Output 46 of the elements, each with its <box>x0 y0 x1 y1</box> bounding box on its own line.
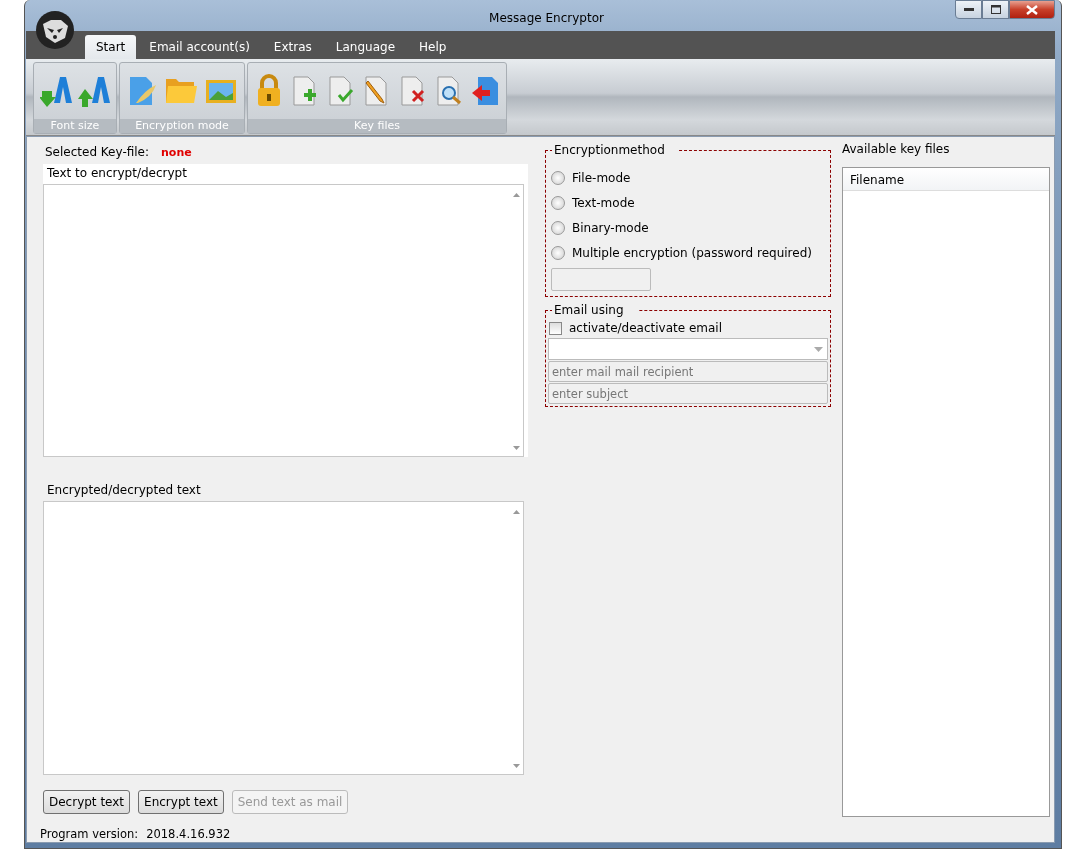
minimize-button[interactable] <box>955 0 982 19</box>
maximize-button[interactable] <box>982 0 1009 19</box>
maximize-icon <box>990 5 1001 14</box>
subject-field[interactable]: enter subject <box>548 383 828 404</box>
radio-label: Binary-mode <box>572 220 649 235</box>
radio-label: Text-mode <box>572 195 635 210</box>
menu-tab[interactable]: Language <box>324 35 407 59</box>
group-legend: Email using <box>552 303 638 317</box>
document-search-icon[interactable] <box>434 73 464 109</box>
radio-label: Multiple encryption (password required) <box>572 245 812 260</box>
menu-tab[interactable]: Help <box>408 35 458 59</box>
action-button[interactable]: Encrypt text <box>138 790 224 814</box>
checkbox[interactable] <box>549 321 562 335</box>
radio-button[interactable] <box>551 195 565 210</box>
close-button[interactable] <box>1009 0 1055 19</box>
recipient-field[interactable]: enter mail mail recipient <box>548 361 828 382</box>
key-files-title: Available key files <box>842 143 951 158</box>
radio-label: File-mode <box>572 170 631 185</box>
document-check-icon[interactable] <box>326 73 356 109</box>
menu-tab[interactable]: Email account(s) <box>138 35 261 59</box>
scroll-down-icon[interactable] <box>512 764 520 768</box>
scroll-down-icon[interactable] <box>512 446 520 450</box>
scroll-up-icon[interactable] <box>512 193 520 197</box>
radio-button[interactable] <box>551 245 565 260</box>
close-icon <box>1026 4 1038 15</box>
selected-key-file-value: none <box>161 145 192 159</box>
selected-key-file-label: Selected Key-file: <box>45 145 150 159</box>
group-legend: Encryptionmethod <box>552 143 679 157</box>
ribbon-group-label: Encryption mode <box>120 119 244 133</box>
action-button[interactable]: Decrypt text <box>43 790 131 814</box>
checkbox-label: activate/deactivate email <box>569 321 723 335</box>
radio-button[interactable] <box>551 170 565 185</box>
password-field[interactable] <box>551 268 651 291</box>
ribbon-group-label: Font size <box>34 119 116 133</box>
menu-tab[interactable]: Extras <box>262 35 323 59</box>
version-label: Program version: <box>40 827 139 841</box>
menu-tab[interactable]: Start <box>85 35 137 59</box>
radio-button[interactable] <box>551 220 565 235</box>
window-title: Message Encryptor <box>489 10 604 25</box>
text-box-header: Text to encrypt/decrypt <box>46 165 188 182</box>
version-value: 2018.4.16.932 <box>146 827 231 841</box>
account-dropdown[interactable] <box>548 338 828 360</box>
minimize-icon <box>963 8 974 11</box>
dropdown-caret-icon <box>814 346 823 352</box>
ribbon-group-label: Key files <box>248 119 506 133</box>
scroll-up-icon[interactable] <box>512 510 520 514</box>
